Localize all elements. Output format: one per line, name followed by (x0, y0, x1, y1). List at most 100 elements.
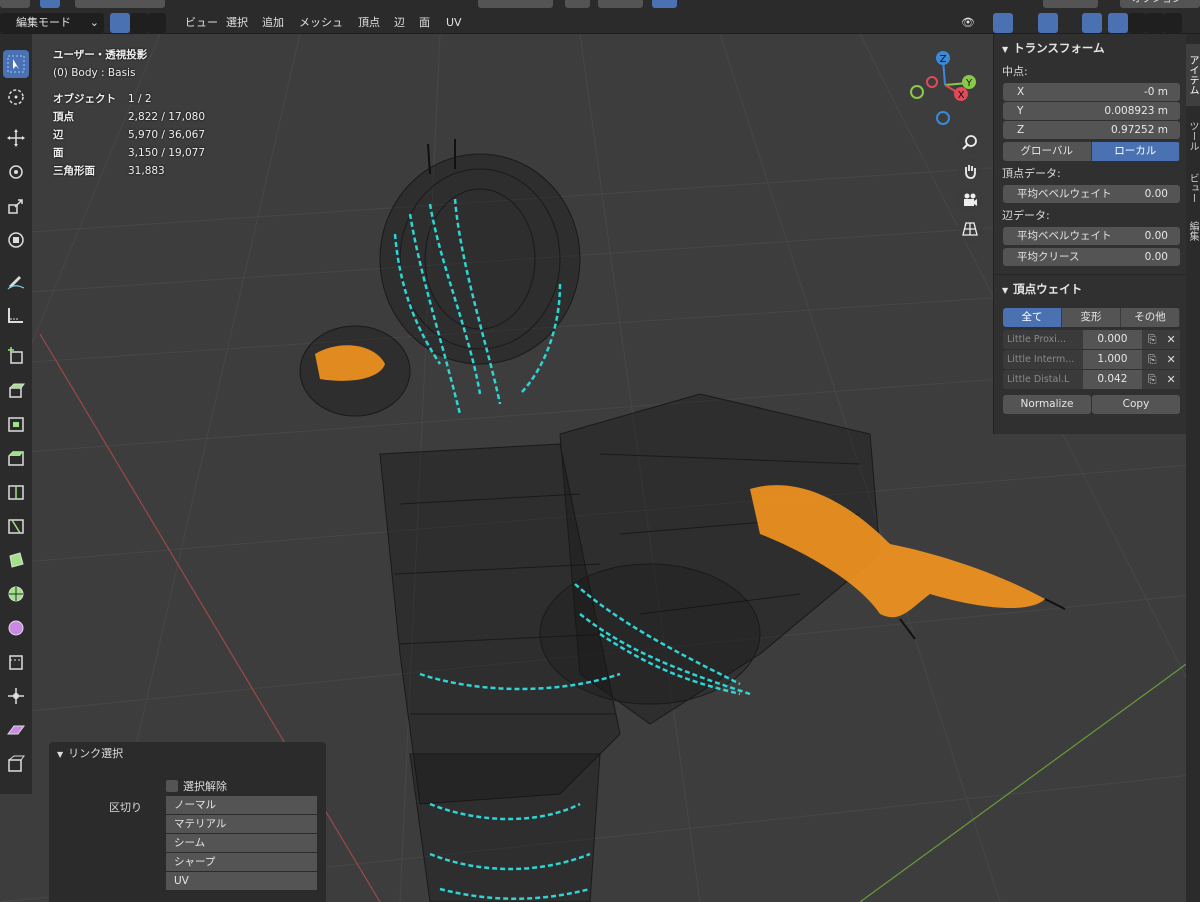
menu-mesh[interactable]: メッシュ (293, 13, 349, 33)
tab-all[interactable]: 全て (1003, 308, 1062, 327)
paste-icon[interactable]: ⎘ (1142, 370, 1163, 389)
field-label: 平均ベベルウェイト (1017, 230, 1112, 242)
transform-orientation-dropdown[interactable] (478, 0, 553, 8)
copy-button[interactable]: Copy (1092, 395, 1180, 414)
delimit-option-normal[interactable]: ノーマル (166, 796, 317, 815)
vertex-group-name[interactable]: Little Distal.L (1003, 370, 1083, 389)
deselect-checkbox[interactable]: 選択解除 (166, 778, 227, 794)
rip-tool[interactable] (3, 750, 29, 778)
mirror-axis-buttons[interactable] (1043, 0, 1098, 8)
vertex-weight-value[interactable]: 0.042 (1082, 370, 1143, 389)
extrude-tool[interactable] (3, 376, 29, 404)
select-tool-button[interactable] (40, 0, 60, 8)
normalize-button[interactable]: Normalize (1003, 395, 1091, 414)
add-cube-tool[interactable] (3, 342, 29, 370)
tab-other[interactable]: その他 (1121, 308, 1180, 327)
vertex-weight-value[interactable]: 0.000 (1082, 330, 1143, 349)
shading-solid-button[interactable] (1128, 13, 1146, 33)
inset-tool[interactable] (3, 410, 29, 438)
navigation-gizmo[interactable]: Z Y X (905, 45, 985, 130)
visibility-dropdown[interactable]: 👁 (955, 13, 985, 33)
overlay-toggle[interactable] (1038, 13, 1058, 33)
delimit-option-sharp[interactable]: シャープ (166, 853, 317, 872)
shading-material-button[interactable] (1146, 13, 1164, 33)
menu-face[interactable]: 面 (413, 13, 436, 33)
rotate-tool[interactable] (3, 158, 29, 186)
paste-icon[interactable]: ⎘ (1142, 350, 1163, 369)
zoom-button[interactable] (957, 129, 983, 155)
menu-vertex[interactable]: 頂点 (352, 13, 386, 33)
vertex-bevel-weight-field[interactable]: 平均ベベルウェイト 0.00 (1003, 185, 1180, 203)
eye-icon: 👁 (961, 16, 975, 29)
local-button[interactable]: ローカル (1091, 142, 1180, 161)
neg-y-axis-handle[interactable] (910, 85, 924, 99)
select-mode-buttons[interactable] (75, 0, 165, 8)
shading-wireframe-button[interactable] (1108, 13, 1128, 33)
vertex-group-name[interactable]: Little Proxi... (1003, 330, 1083, 349)
global-button[interactable]: グローバル (1003, 142, 1092, 161)
transform-tool[interactable] (3, 226, 29, 254)
gizmo-toggle[interactable] (993, 13, 1013, 33)
rotate-icon (9, 165, 23, 179)
spin-tool[interactable] (3, 580, 29, 608)
transform-panel-header[interactable]: ▼ トランスフォーム (994, 34, 1186, 62)
smooth-tool[interactable] (3, 614, 29, 642)
vertex-weights-panel-header[interactable]: ▼ 頂点ウェイト (994, 274, 1186, 302)
shrink-fatten-tool[interactable] (3, 682, 29, 710)
loop-cut-tool[interactable] (3, 478, 29, 506)
delimit-option-material[interactable]: マテリアル (166, 815, 317, 834)
vertex-group-name[interactable]: Little Interm... (1003, 350, 1083, 369)
knife-tool[interactable] (3, 512, 29, 540)
close-icon[interactable]: ✕ (1162, 350, 1180, 369)
tab-deform[interactable]: 変形 (1062, 308, 1121, 327)
edge-bevel-weight-field[interactable]: 平均ベベルウェイト 0.00 (1003, 227, 1180, 245)
tab-edit[interactable]: 編集 (1186, 216, 1200, 246)
median-z-field[interactable]: Z 0.97252 m (1003, 121, 1180, 139)
shear-tool[interactable] (3, 716, 29, 744)
close-icon[interactable]: ✕ (1162, 370, 1180, 389)
annotate-tool[interactable] (3, 267, 29, 295)
menu-select[interactable]: 選択 (220, 13, 254, 33)
operator-panel-header[interactable]: ▼ リンク選択 (49, 742, 326, 766)
median-y-field[interactable]: Y 0.008923 m (1003, 102, 1180, 120)
scale-tool[interactable] (3, 192, 29, 220)
cursor-tool[interactable] (3, 83, 29, 111)
menu-view[interactable]: ビュー (179, 13, 224, 33)
menu-edge[interactable]: 辺 (388, 13, 411, 33)
pivot-dropdown[interactable] (565, 0, 590, 8)
snap-dropdown[interactable] (598, 0, 643, 8)
projection-toggle-button[interactable] (957, 216, 983, 242)
proportional-edit-button[interactable] (652, 0, 677, 8)
tab-item[interactable]: アイテム (1186, 44, 1200, 106)
xray-toggle[interactable] (1082, 13, 1102, 33)
edge-slide-tool[interactable] (3, 648, 29, 676)
neg-z-axis-handle[interactable] (936, 111, 950, 125)
measure-tool[interactable] (3, 301, 29, 329)
options-button[interactable]: オプション (1120, 0, 1200, 8)
vertex-weight-value[interactable]: 1.000 (1082, 350, 1143, 369)
delimit-option-uv[interactable]: UV (166, 872, 317, 891)
tab-view[interactable]: ビュー (1186, 166, 1200, 210)
stats-value: 5,970 / 36,067 (128, 129, 206, 141)
tab-tool[interactable]: ツール (1186, 112, 1200, 160)
pan-button[interactable] (957, 158, 983, 184)
edge-select-button[interactable] (130, 13, 148, 33)
crease-field[interactable]: 平均クリース 0.00 (1003, 248, 1180, 266)
menu-uv[interactable]: UV (440, 13, 468, 33)
median-x-field[interactable]: X -0 m (1003, 83, 1180, 101)
paste-icon[interactable]: ⎘ (1142, 330, 1163, 349)
stats-label: 三角形面 (53, 165, 95, 177)
close-icon[interactable]: ✕ (1162, 330, 1180, 349)
poly-build-tool[interactable] (3, 546, 29, 574)
face-select-button[interactable] (148, 13, 166, 33)
shading-rendered-button[interactable] (1164, 13, 1182, 33)
delimit-option-seam[interactable]: シーム (166, 834, 317, 853)
bevel-tool[interactable] (3, 444, 29, 472)
select-box-tool[interactable] (3, 50, 29, 78)
vertex-select-button[interactable] (110, 13, 130, 33)
neg-x-axis-handle[interactable] (926, 76, 938, 88)
mode-dropdown[interactable]: 編集モード ⌄ (0, 13, 104, 33)
camera-view-button[interactable] (957, 187, 983, 213)
menu-add[interactable]: 追加 (256, 13, 290, 33)
move-tool[interactable] (3, 124, 29, 152)
